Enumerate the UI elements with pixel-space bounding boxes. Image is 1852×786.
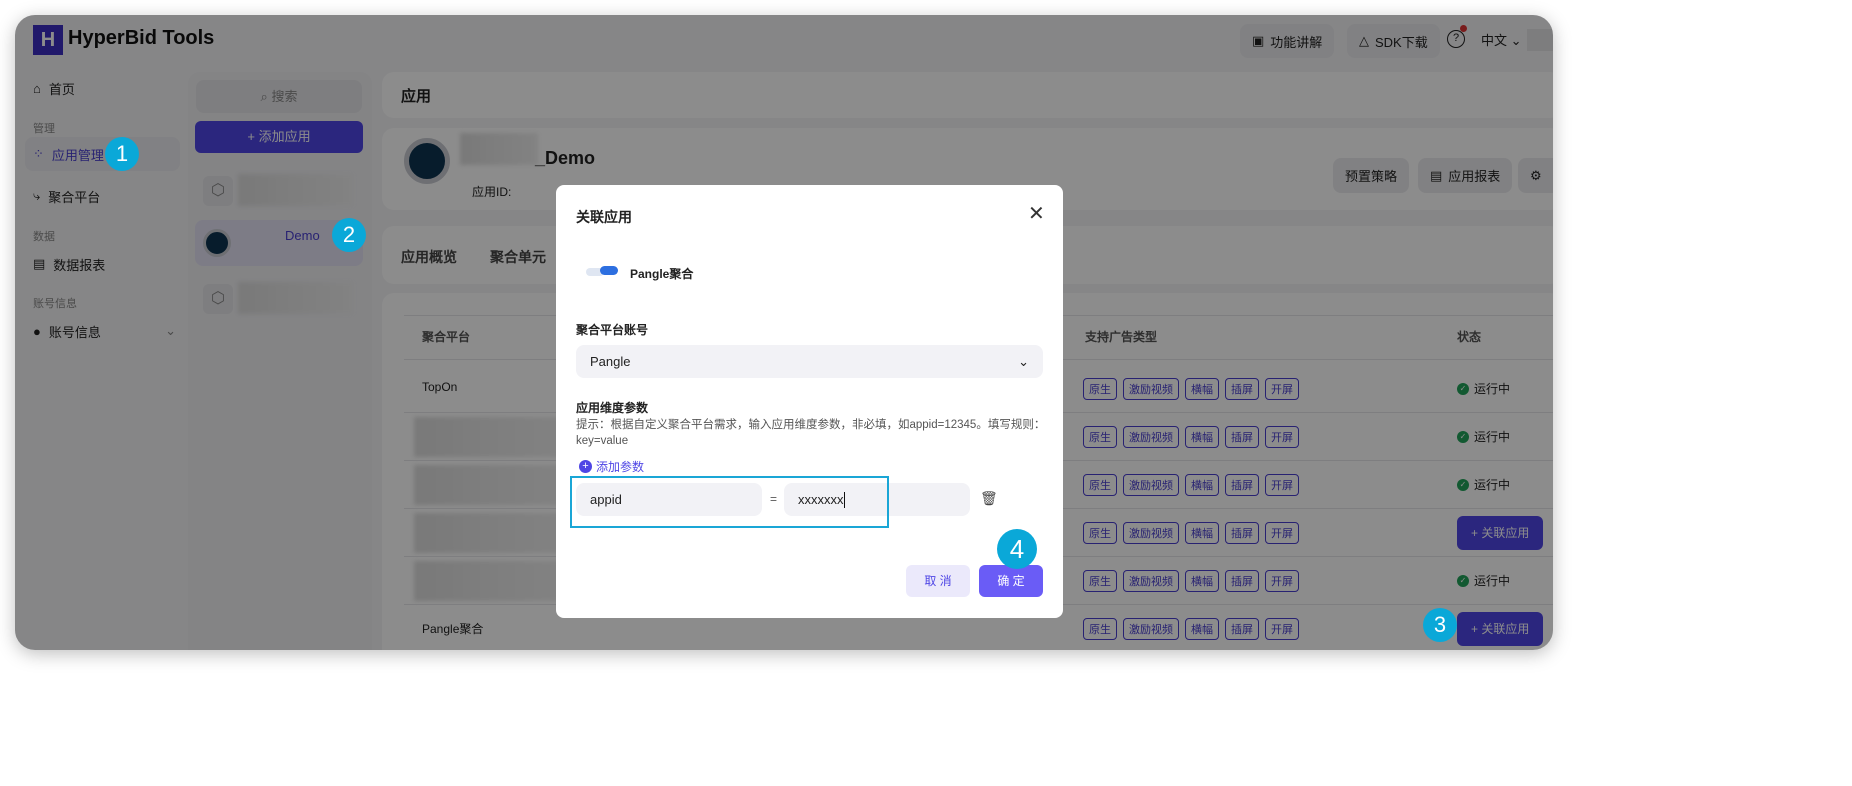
params-label: 应用维度参数 xyxy=(576,401,649,415)
trash-icon[interactable]: 🗑 xyxy=(980,490,998,507)
account-value: Pangle xyxy=(590,354,631,369)
step-badge-4: 4 xyxy=(997,529,1037,569)
add-param-button[interactable]: + 添加参数 xyxy=(579,458,644,475)
step-badge-3: 3 xyxy=(1423,608,1457,642)
chevron-down-icon: ⌄ xyxy=(1018,353,1029,369)
close-icon[interactable]: ✕ xyxy=(1028,201,1045,226)
link-app-dialog: 关联应用 ✕ Pangle聚合 聚合平台账号 Pangle ⌄ 应用维度参数 提示… xyxy=(556,185,1063,618)
dialog-title: 关联应用 xyxy=(576,209,632,225)
add-param-label: 添加参数 xyxy=(596,460,645,474)
plus-circle-icon: + xyxy=(579,460,592,473)
cancel-button[interactable]: 取 消 xyxy=(906,565,970,597)
params-hint: 提示：根据自定义聚合平台需求，输入应用维度参数，非必填，如appid=12345… xyxy=(576,419,1046,447)
account-label: 聚合平台账号 xyxy=(576,323,649,337)
pangle-logo-icon xyxy=(586,265,620,279)
account-select[interactable]: Pangle ⌄ xyxy=(576,345,1043,378)
step-badge-1: 1 xyxy=(105,137,139,171)
platform-name: Pangle聚合 xyxy=(630,267,694,281)
confirm-button[interactable]: 确 定 xyxy=(979,565,1043,597)
highlight-box xyxy=(570,476,889,528)
step-badge-2: 2 xyxy=(332,218,366,252)
